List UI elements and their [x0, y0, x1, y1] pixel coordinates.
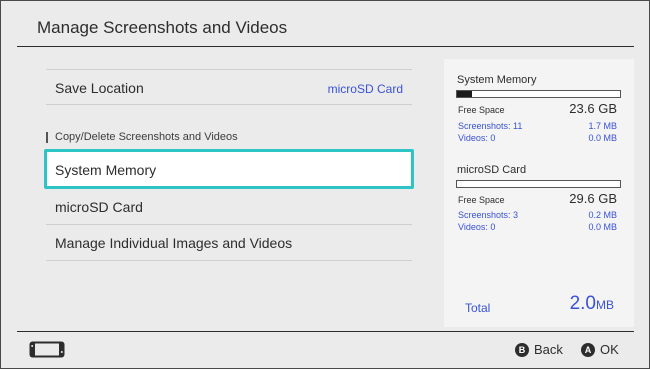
system-videos-row: Videos: 0 0.0 MB — [458, 133, 617, 144]
save-location-row[interactable]: Save Location microSD Card — [46, 69, 412, 105]
storage-info-panel: System Memory Free Space 23.6 GB Screens… — [444, 59, 634, 327]
microsd-screenshots-row: Screenshots: 3 0.2 MB — [458, 210, 617, 221]
page-title: Manage Screenshots and Videos — [37, 18, 288, 37]
system-memory-heading: System Memory — [457, 74, 537, 86]
screenshots-size: 1.7 MB — [588, 121, 617, 131]
switch-console-icon — [29, 341, 65, 358]
menu-item-microsd-card[interactable]: microSD Card — [46, 189, 412, 225]
b-button-icon: B — [515, 342, 529, 357]
screenshots-label: Screenshots: 3 — [458, 210, 519, 220]
free-space-value: 29.6 GB — [569, 191, 617, 206]
save-location-label: Save Location — [55, 80, 144, 96]
microsd-videos-row: Videos: 0 0.0 MB — [458, 222, 617, 233]
section-label: Copy/Delete Screenshots and Videos — [46, 132, 238, 143]
menu-item-label: Manage Individual Images and Videos — [55, 235, 293, 251]
total-label: Total — [465, 301, 491, 315]
total-unit: MB — [596, 298, 614, 312]
free-space-label: Free Space — [458, 195, 505, 205]
ok-button[interactable]: A OK — [581, 341, 619, 358]
microsd-usage-bar — [456, 180, 621, 188]
microsd-free-space-row: Free Space 29.6 GB — [458, 191, 617, 207]
menu-item-system-memory[interactable]: System Memory — [44, 149, 414, 189]
system-memory-usage-fill — [457, 91, 472, 97]
back-label: Back — [534, 342, 563, 357]
microsd-heading: microSD Card — [457, 164, 527, 176]
header-divider — [17, 46, 634, 47]
total-number: 2.0 — [569, 293, 596, 314]
back-button[interactable]: B Back — [515, 341, 563, 358]
system-memory-usage-bar — [456, 90, 621, 98]
menu-item-manage-individual[interactable]: Manage Individual Images and Videos — [46, 225, 412, 261]
free-space-label: Free Space — [458, 105, 505, 115]
system-screenshots-row: Screenshots: 11 1.7 MB — [458, 121, 617, 132]
a-button-icon: A — [581, 342, 595, 357]
videos-label: Videos: 0 — [458, 133, 496, 143]
screenshots-size: 0.2 MB — [588, 210, 617, 220]
videos-label: Videos: 0 — [458, 222, 496, 232]
videos-size: 0.0 MB — [588, 133, 617, 143]
free-space-value: 23.6 GB — [569, 101, 617, 116]
screenshots-label: Screenshots: 11 — [458, 121, 523, 131]
save-location-value: microSD Card — [327, 82, 403, 96]
menu-item-label: System Memory — [55, 162, 157, 178]
system-free-space-row: Free Space 23.6 GB — [458, 101, 617, 117]
footer-divider — [17, 331, 634, 332]
total-value: 2.0MB — [570, 293, 614, 315]
settings-screen: Manage Screenshots and Videos Save Locat… — [0, 0, 650, 369]
header: Manage Screenshots and Videos — [1, 1, 649, 47]
ok-label: OK — [600, 342, 619, 357]
menu-item-label: microSD Card — [55, 199, 143, 215]
videos-size: 0.0 MB — [588, 222, 617, 232]
